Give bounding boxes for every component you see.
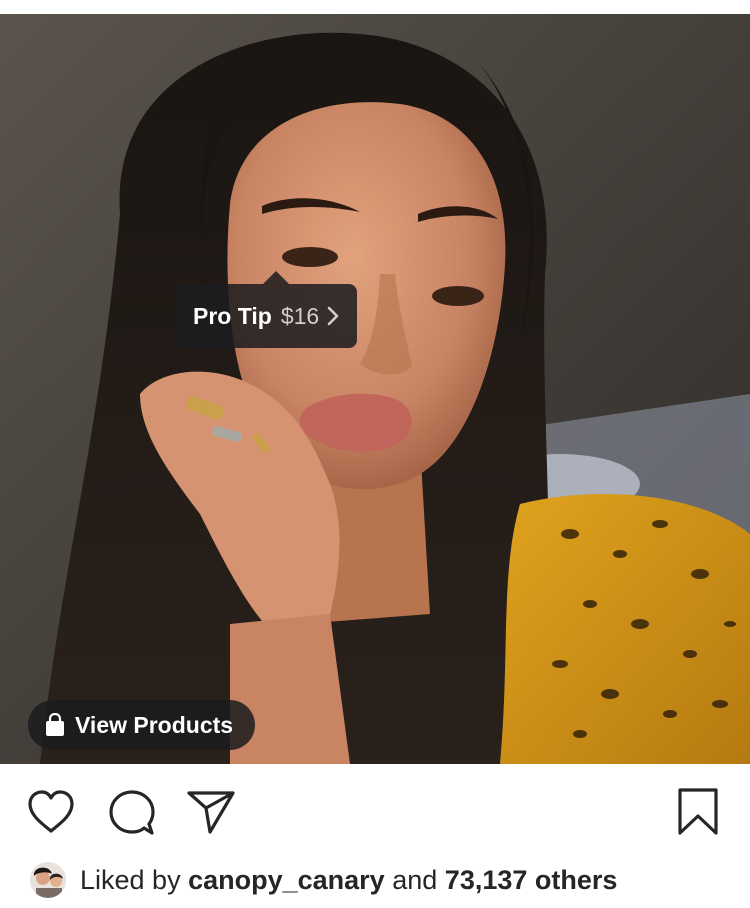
save-button[interactable] xyxy=(672,786,724,838)
likes-connector: and xyxy=(392,864,438,895)
comment-button[interactable] xyxy=(105,786,157,838)
post-photo-illustration xyxy=(0,14,750,764)
share-button[interactable] xyxy=(185,786,237,838)
post-actions-bar xyxy=(0,764,750,860)
heart-icon xyxy=(28,790,74,833)
likes-summary: Liked by canopy_canary and 73,137 others xyxy=(30,858,617,902)
bookmark-icon xyxy=(678,788,718,835)
comment-icon xyxy=(109,790,155,835)
chevron-right-icon xyxy=(327,306,339,326)
product-tag-price: $16 xyxy=(280,302,320,329)
instagram-post: Pro Tip $16 View Products Liked by canop… xyxy=(0,0,750,908)
post-photo[interactable]: Pro Tip $16 View Products xyxy=(0,14,750,764)
top-divider xyxy=(0,0,750,14)
liked-by-username[interactable]: canopy_canary xyxy=(188,865,385,896)
view-products-button[interactable]: View Products xyxy=(28,700,256,750)
send-icon xyxy=(187,791,235,834)
product-tag[interactable]: Pro Tip $16 xyxy=(177,271,358,348)
likes-others-count[interactable]: 73,137 others xyxy=(445,865,618,896)
view-products-label: View Products xyxy=(75,711,234,738)
like-button[interactable] xyxy=(25,786,77,838)
likes-prefix: Liked by xyxy=(80,864,181,895)
product-tag-name: Pro Tip xyxy=(193,302,272,329)
avatar[interactable] xyxy=(30,862,66,898)
avatar-image xyxy=(30,862,66,898)
shopping-bag-icon xyxy=(46,713,64,736)
